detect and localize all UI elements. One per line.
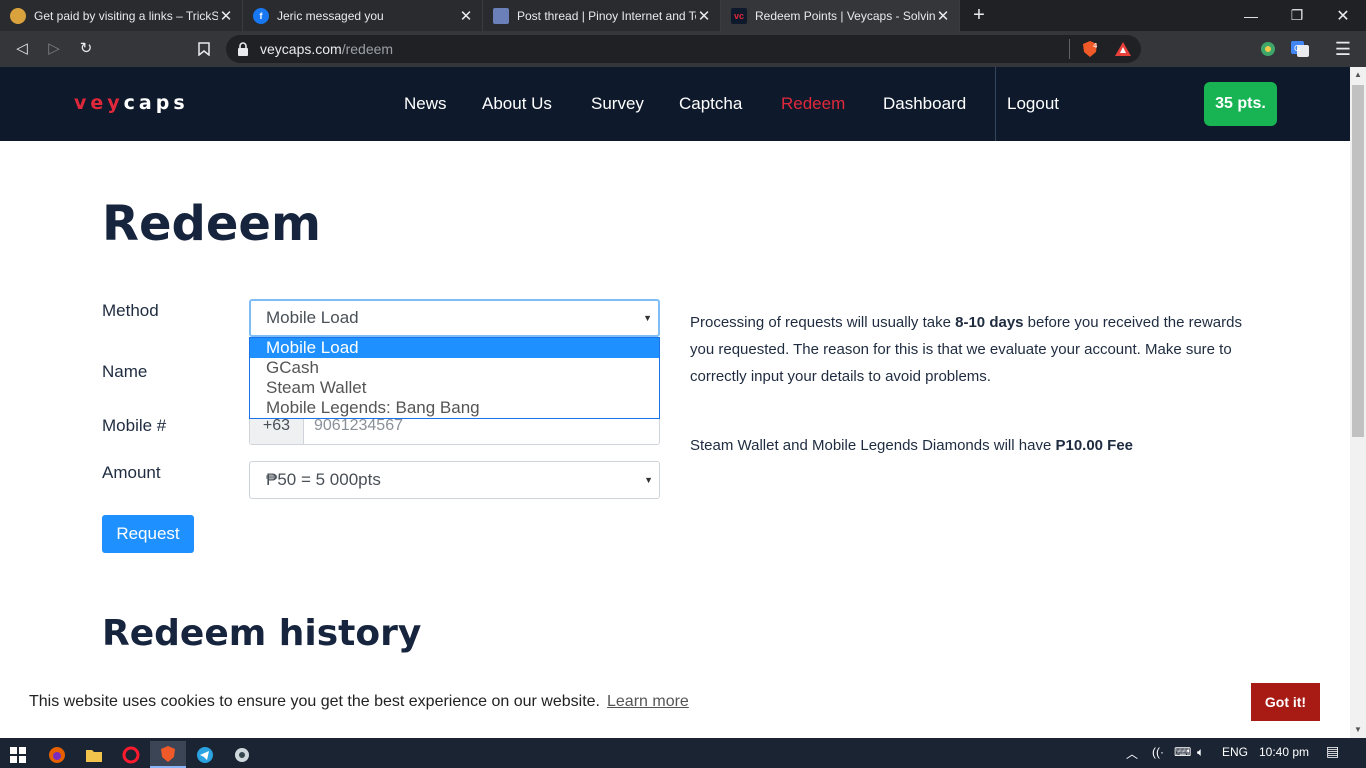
reload-icon[interactable]: ↻ xyxy=(74,37,98,61)
tab-veycaps[interactable]: vc Redeem Points | Veycaps - Solving ✕ xyxy=(721,0,960,31)
mobile-label: Mobile # xyxy=(102,416,167,435)
cookie-accept-button[interactable]: Got it! xyxy=(1251,683,1320,721)
method-option-gcash[interactable]: GCash xyxy=(250,358,659,378)
amount-select[interactable]: ₱50 = 5 000pts ▼ xyxy=(249,461,660,499)
nav-logout[interactable]: Logout xyxy=(1007,94,1059,114)
site-header: veycaps News About Us Survey Captcha Red… xyxy=(0,67,1350,141)
tab-pinoy-forum[interactable]: Post thread | Pinoy Internet and Te ✕ xyxy=(483,0,721,31)
dropdown-arrow-icon: ▼ xyxy=(644,475,653,485)
translate-icon[interactable]: G xyxy=(1290,39,1310,59)
file-explorer-icon[interactable] xyxy=(76,741,112,768)
close-tab-icon[interactable]: ✕ xyxy=(218,7,234,25)
back-icon[interactable]: ◁ xyxy=(10,37,34,61)
windows-taskbar: ︿ ((· ⌨ 🔈︎ ENG 10:40 pm ▤ xyxy=(0,738,1366,768)
pinoy-forum-icon xyxy=(493,7,509,24)
input-method-icon[interactable]: ⌨ xyxy=(1174,745,1191,759)
method-option-mobile-legends[interactable]: Mobile Legends: Bang Bang xyxy=(250,398,659,418)
nav-captcha[interactable]: Captcha xyxy=(679,94,742,114)
amount-label: Amount xyxy=(102,463,161,482)
dropdown-arrow-icon: ▼ xyxy=(643,313,652,323)
processing-info: Processing of requests will usually take… xyxy=(690,314,1242,385)
tab-title: Redeem Points | Veycaps - Solving xyxy=(755,8,935,23)
trickshot-favicon-icon xyxy=(10,7,26,24)
tab-facebook[interactable]: f Jeric messaged you ✕ xyxy=(243,0,483,31)
menu-icon[interactable]: ☰ xyxy=(1331,37,1355,61)
clock[interactable]: 10:40 pm xyxy=(1259,745,1309,759)
bookmark-icon[interactable] xyxy=(192,37,216,61)
volume-icon[interactable]: 🔈︎ xyxy=(1197,745,1204,760)
scroll-up-icon[interactable]: ▲ xyxy=(1350,67,1366,83)
address-bar[interactable]: veycaps.com/redeem 4 xyxy=(226,35,1141,63)
method-dropdown-list: Mobile Load GCash Steam Wallet Mobile Le… xyxy=(249,337,660,419)
method-selected-value: Mobile Load xyxy=(266,308,359,327)
show-hidden-icons-icon[interactable]: ︿ xyxy=(1126,745,1138,762)
forward-icon[interactable]: ▷ xyxy=(42,37,66,61)
nav-redeem[interactable]: Redeem xyxy=(781,94,845,114)
extension-icon[interactable] xyxy=(1258,39,1278,59)
minimize-icon[interactable]: — xyxy=(1228,0,1274,31)
amount-selected-value: ₱50 = 5 000pts xyxy=(266,470,381,489)
fee-notice: Steam Wallet and Mobile Legends Diamonds… xyxy=(690,437,1134,454)
page-title: Redeem xyxy=(102,196,321,252)
svg-text:G: G xyxy=(1294,44,1300,53)
method-select[interactable]: Mobile Load ▼ xyxy=(249,299,660,337)
page-scrollbar[interactable]: ▲ ▼ xyxy=(1350,67,1366,738)
browser-toolbar: ◁ ▷ ↻ veycaps.com/redeem 4 G ☰ xyxy=(0,31,1366,67)
brave-rewards-icon[interactable] xyxy=(1114,40,1132,58)
url-text: veycaps.com/redeem xyxy=(260,41,394,57)
points-badge[interactable]: 35 pts. xyxy=(1204,82,1277,126)
tab-trickshot[interactable]: Get paid by visiting a links – TrickS ✕ xyxy=(0,0,243,31)
brave-shield-icon[interactable]: 4 xyxy=(1081,40,1099,58)
tab-title: Jeric messaged you xyxy=(277,8,384,23)
tab-title: Post thread | Pinoy Internet and Te xyxy=(517,8,696,23)
opera-icon[interactable] xyxy=(113,741,149,768)
new-tab-icon[interactable]: + xyxy=(968,4,990,26)
scroll-thumb[interactable] xyxy=(1352,85,1364,437)
action-center-icon[interactable]: ▤ xyxy=(1326,743,1339,760)
nav-news[interactable]: News xyxy=(404,94,447,114)
method-option-steam-wallet[interactable]: Steam Wallet xyxy=(250,378,659,398)
brave-browser-icon[interactable] xyxy=(150,741,186,768)
nav-about-us[interactable]: About Us xyxy=(482,94,552,114)
nav-survey[interactable]: Survey xyxy=(591,94,644,114)
close-tab-icon[interactable]: ✕ xyxy=(696,7,712,25)
restore-icon[interactable]: ❐ xyxy=(1274,0,1320,31)
wifi-icon[interactable]: ((· xyxy=(1152,745,1164,759)
cookie-message: This website uses cookies to ensure you … xyxy=(29,693,600,710)
address-divider xyxy=(1069,39,1070,59)
firefox-icon[interactable] xyxy=(39,741,75,768)
telegram-icon[interactable] xyxy=(187,741,223,768)
nav-divider xyxy=(995,67,996,141)
scroll-down-icon[interactable]: ▼ xyxy=(1350,722,1366,738)
svg-text:4: 4 xyxy=(1093,42,1098,50)
redeem-history-title: Redeem history xyxy=(102,613,422,654)
language-indicator[interactable]: ENG xyxy=(1222,745,1248,759)
close-window-icon[interactable]: ✕ xyxy=(1320,0,1366,31)
request-button[interactable]: Request xyxy=(102,515,194,553)
method-option-mobile-load[interactable]: Mobile Load xyxy=(250,338,659,358)
close-tab-icon[interactable]: ✕ xyxy=(458,7,474,25)
tab-title: Get paid by visiting a links – TrickS xyxy=(34,8,218,23)
lock-icon xyxy=(238,42,248,56)
close-tab-icon[interactable]: ✕ xyxy=(935,7,951,25)
veycaps-icon: vc xyxy=(731,7,747,24)
browser-tab-bar: Get paid by visiting a links – TrickS ✕ … xyxy=(0,0,1366,31)
cookie-learn-more-link[interactable]: Learn more xyxy=(607,693,689,711)
method-label: Method xyxy=(102,301,159,320)
cookie-consent-bar: This website uses cookies to ensure you … xyxy=(0,665,1350,738)
windows-start-icon[interactable] xyxy=(0,741,36,768)
name-label: Name xyxy=(102,362,148,381)
app-icon[interactable] xyxy=(224,741,260,768)
facebook-icon: f xyxy=(253,7,269,24)
nav-dashboard[interactable]: Dashboard xyxy=(883,94,966,114)
site-logo[interactable]: veycaps xyxy=(74,92,189,114)
